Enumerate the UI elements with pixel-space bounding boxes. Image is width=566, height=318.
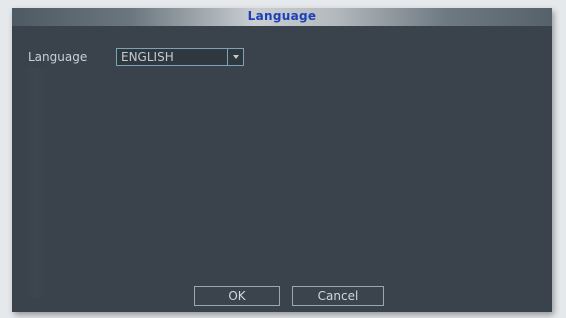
language-label: Language	[28, 50, 88, 64]
screen: Language Language ENGLISH OK Cancel	[0, 0, 566, 318]
language-value: ENGLISH	[121, 50, 174, 64]
ok-button[interactable]: OK	[194, 286, 280, 306]
dialog-title: Language	[247, 9, 317, 23]
chevron-down-icon[interactable]	[227, 49, 243, 65]
language-dialog: Language Language ENGLISH OK Cancel	[12, 8, 552, 312]
titlebar: Language	[12, 8, 552, 26]
cancel-button[interactable]: Cancel	[292, 286, 384, 306]
decorative-stripe	[20, 68, 50, 298]
language-select[interactable]: ENGLISH	[116, 48, 244, 66]
